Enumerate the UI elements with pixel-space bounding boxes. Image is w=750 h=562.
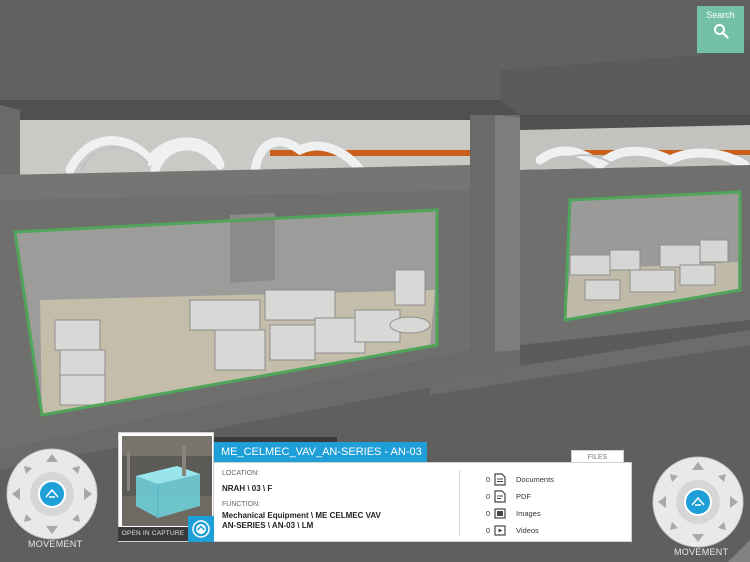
images-label: Images — [516, 509, 541, 518]
movement-joystick-right[interactable] — [652, 456, 744, 548]
capture-icon — [192, 520, 210, 538]
asset-thumbnail — [122, 436, 212, 526]
movement-joystick-left[interactable] — [6, 448, 98, 540]
videos-count: 0 — [485, 526, 490, 535]
documents-count: 0 — [485, 475, 490, 484]
files-documents-row[interactable]: 0 Documents — [482, 473, 622, 487]
function-value-line2: AN-SERIES \ AN-03 \ LM — [222, 521, 314, 530]
movement-label-right: MOVEMENT — [674, 547, 729, 557]
documents-label: Documents — [516, 475, 554, 484]
pdf-icon — [494, 490, 506, 503]
images-count: 0 — [485, 509, 490, 518]
resize-corner-icon — [728, 540, 750, 562]
open-in-capture-button[interactable]: OPEN IN CAPTURE — [118, 527, 188, 541]
pdf-count: 0 — [485, 492, 490, 501]
video-icon — [494, 525, 506, 536]
videos-label: Videos — [516, 526, 539, 535]
function-value-line1: Mechanical Equipment \ ME CELMEC VAV — [222, 511, 381, 520]
search-button[interactable]: Search — [697, 6, 744, 53]
files-videos-row[interactable]: 0 Videos — [482, 524, 622, 538]
asset-title: ME_CELMEC_VAV_AN-SERIES - AN-03 — [214, 442, 427, 462]
files-images-row[interactable]: 0 Images — [482, 507, 622, 521]
location-label: LOCATION: — [222, 470, 260, 477]
location-value: NRAH \ 03 \ F — [222, 484, 273, 493]
document-icon — [494, 473, 506, 486]
capture-button[interactable] — [188, 516, 214, 542]
function-label: FUNCTION: — [222, 501, 261, 508]
asset-info-panel: LOCATION: NRAH \ 03 \ F FUNCTION: Mechan… — [214, 462, 632, 542]
search-label: Search — [706, 10, 735, 20]
panel-divider — [459, 470, 460, 536]
pdf-label: PDF — [516, 492, 531, 501]
movement-label-left: MOVEMENT — [28, 539, 83, 549]
image-icon — [494, 508, 506, 519]
files-pdf-row[interactable]: 0 PDF — [482, 490, 622, 504]
search-icon — [713, 24, 729, 39]
